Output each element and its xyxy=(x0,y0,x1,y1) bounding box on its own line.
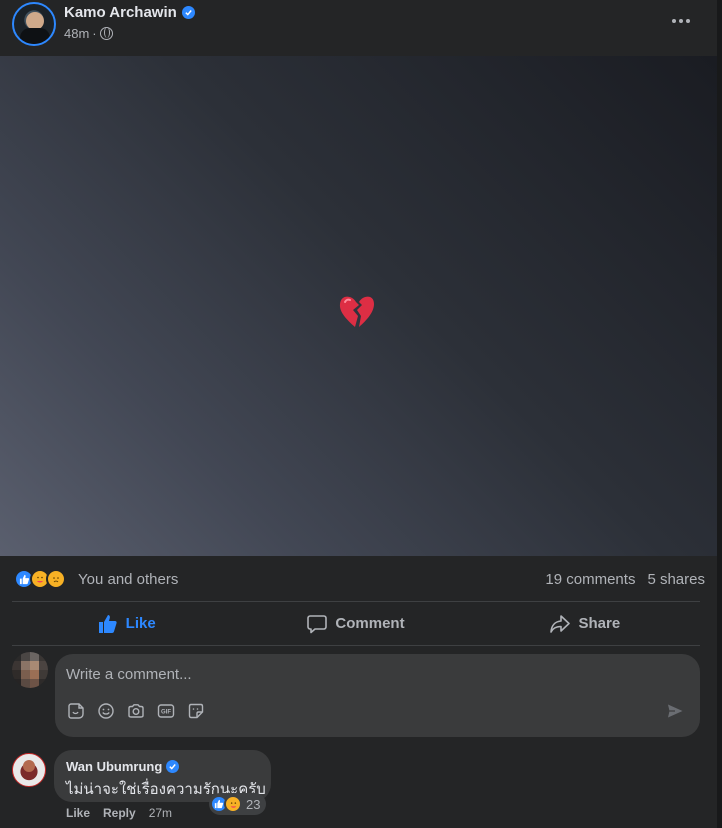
reaction-summary: You and others 19 comments 5 shares xyxy=(12,566,705,594)
post-actions: Like Comment Share xyxy=(12,602,700,645)
avatar-pixel xyxy=(39,661,48,670)
care-reaction-icon xyxy=(224,795,242,813)
share-icon xyxy=(550,614,571,633)
avatar-pixel xyxy=(12,661,21,670)
comment-reactions[interactable]: 23 xyxy=(209,793,267,815)
post-card: Kamo Archawin 48m · You and others 19 co… xyxy=(0,0,717,828)
broken-heart-icon xyxy=(339,296,374,327)
comment-reaction-count: 23 xyxy=(246,796,261,812)
commenter-avatar[interactable] xyxy=(12,753,46,787)
verified-badge-icon xyxy=(166,760,180,773)
composer-tools: GIF xyxy=(67,702,205,720)
sticker-icon[interactable] xyxy=(67,702,85,720)
share-button[interactable]: Share xyxy=(471,602,700,645)
author-avatar[interactable] xyxy=(12,2,56,46)
avatar-pixel xyxy=(12,679,21,688)
avatar-pixel xyxy=(39,652,48,661)
avatar-pixel xyxy=(12,670,21,679)
sad-reaction-icon xyxy=(46,569,66,589)
avatar-pixel xyxy=(12,652,21,661)
avatar-pixel xyxy=(39,679,48,688)
shares-count[interactable]: 5 shares xyxy=(647,571,705,588)
like-button[interactable]: Like xyxy=(12,602,241,645)
avatar-body xyxy=(20,28,50,44)
comment-icon xyxy=(307,614,328,633)
comment-composer[interactable]: Write a comment... GIF xyxy=(55,654,700,737)
my-avatar[interactable] xyxy=(12,652,48,688)
comment-time[interactable]: 27m xyxy=(149,806,172,820)
comment-like-button[interactable]: Like xyxy=(66,806,90,820)
commenter-name-row: Wan Ubumrung xyxy=(66,759,180,774)
avatar-pixel xyxy=(21,652,30,661)
svg-text:GIF: GIF xyxy=(161,710,171,716)
meta-separator: · xyxy=(92,26,97,41)
divider xyxy=(12,645,700,646)
post-meta: 48m · xyxy=(64,26,113,41)
thumbs-up-icon xyxy=(98,614,117,633)
more-dot xyxy=(686,19,690,23)
emoji-icon[interactable] xyxy=(97,702,115,720)
author-name[interactable]: Kamo Archawin xyxy=(64,4,177,21)
comment-reply-button[interactable]: Reply xyxy=(103,806,136,820)
reaction-summary-text[interactable]: You and others xyxy=(78,571,178,588)
avatar-pixel xyxy=(21,661,30,670)
more-dot xyxy=(679,19,683,23)
avatar-pixel xyxy=(39,670,48,679)
post-header: Kamo Archawin 48m · xyxy=(0,0,717,56)
post-media[interactable] xyxy=(0,56,717,556)
share-label: Share xyxy=(578,615,621,632)
avatar-pixel xyxy=(30,679,39,688)
verified-badge-icon xyxy=(181,6,195,19)
avatar-pixel xyxy=(21,679,30,688)
avatar-sticker-icon[interactable] xyxy=(187,702,205,720)
more-dot xyxy=(672,19,676,23)
comment-label: Comment xyxy=(335,615,405,632)
avatar-pixel xyxy=(21,670,30,679)
gif-icon[interactable]: GIF xyxy=(157,702,175,720)
comments-count[interactable]: 19 comments xyxy=(545,571,635,588)
avatar-pixel xyxy=(30,652,39,661)
camera-icon[interactable] xyxy=(127,702,145,720)
author-name-row: Kamo Archawin xyxy=(64,4,195,21)
post-time[interactable]: 48m xyxy=(64,26,89,41)
avatar-pixel xyxy=(30,670,39,679)
comment-actions: Like Reply 27m xyxy=(66,806,172,820)
post-stats: 19 comments 5 shares xyxy=(545,571,705,588)
globe-icon xyxy=(99,27,113,40)
more-options-icon[interactable] xyxy=(664,8,698,34)
commenter-name[interactable]: Wan Ubumrung xyxy=(66,759,162,774)
avatar-pixel xyxy=(30,661,39,670)
send-icon[interactable] xyxy=(666,702,684,720)
like-label: Like xyxy=(125,615,156,632)
reaction-icons[interactable] xyxy=(14,569,66,589)
comment-button[interactable]: Comment xyxy=(241,602,470,645)
comment-input-placeholder[interactable]: Write a comment... xyxy=(66,666,192,683)
